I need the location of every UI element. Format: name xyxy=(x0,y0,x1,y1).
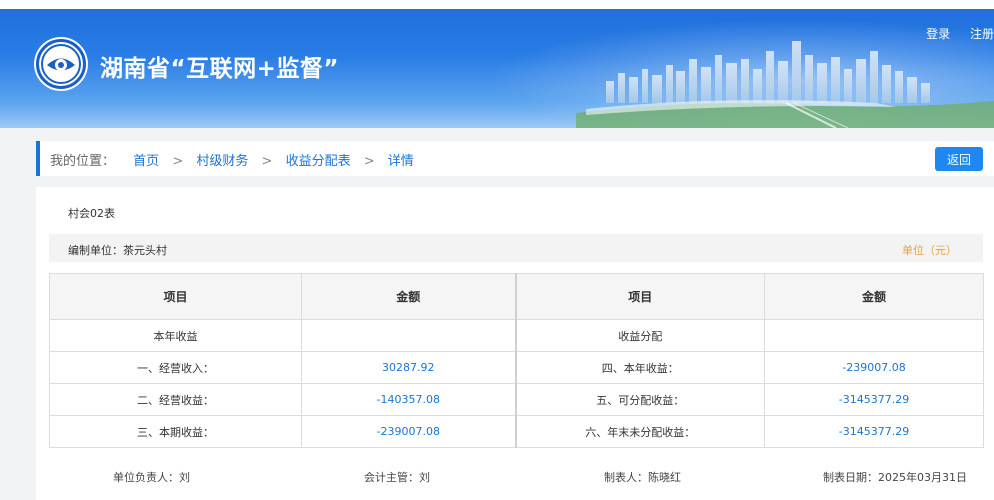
header-amount: 金额 xyxy=(301,273,517,320)
breadcrumb-trail: 我的位置： 首页 > 村级财务 > 收益分配表 > 详情 xyxy=(50,150,414,169)
row-label: 收益分配 xyxy=(515,319,765,352)
report-code: 村会02表 xyxy=(68,207,115,220)
row-label: 三、本期收益： xyxy=(49,415,302,448)
header-item: 项目 xyxy=(49,273,302,320)
breadcrumb: 我的位置： 首页 > 村级财务 > 收益分配表 > 详情 返回 xyxy=(36,141,994,176)
org-value: 茶元头村 xyxy=(123,244,167,257)
breadcrumb-separator: > xyxy=(363,154,375,169)
breadcrumb-home[interactable]: 首页 xyxy=(133,154,159,169)
preparer-signature: 制表人：陈晓红 xyxy=(604,471,681,484)
org-unit: 编制单位：茶元头村 xyxy=(68,242,167,258)
breadcrumb-separator: > xyxy=(261,154,273,169)
row-amount: -3145377.29 xyxy=(764,383,984,416)
table-row: 三、本期收益： -239007.08 六、年末未分配收益： -3145377.2… xyxy=(49,415,984,448)
eye-emblem-icon xyxy=(41,44,81,84)
row-label: 二、经营收益： xyxy=(49,383,302,416)
breadcrumb-label: 我的位置： xyxy=(50,154,116,169)
breadcrumb-income-distribution[interactable]: 收益分配表 xyxy=(286,154,351,169)
site-logo[interactable] xyxy=(36,39,86,89)
top-strip xyxy=(0,0,994,9)
row-amount xyxy=(764,319,984,352)
header-item: 项目 xyxy=(515,273,765,320)
row-label: 本年收益 xyxy=(49,319,302,352)
table-header-row: 项目 金额 项目 金额 xyxy=(49,273,984,320)
currency-unit: 单位（元） xyxy=(902,244,957,257)
table-row: 二、经营收益： -140357.08 五、可分配收益： -3145377.29 xyxy=(49,383,984,416)
back-button[interactable]: 返回 xyxy=(935,147,983,171)
row-amount: -239007.08 xyxy=(301,415,517,448)
row-amount: -140357.08 xyxy=(301,383,517,416)
row-amount: -3145377.29 xyxy=(764,415,984,448)
header-amount: 金额 xyxy=(764,273,984,320)
org-label: 编制单位： xyxy=(68,244,123,257)
row-label: 一、经营收入： xyxy=(49,351,302,384)
site-banner: 湖南省“互联网+监督” 登录 注册 xyxy=(0,9,994,128)
report-info-bar: 编制单位：茶元头村 单位（元） xyxy=(49,234,983,262)
row-amount xyxy=(301,319,517,352)
site-title: 湖南省“互联网+监督” xyxy=(100,56,340,82)
report-date: 制表日期：2025年03月31日 xyxy=(823,471,967,484)
row-label: 六、年末未分配收益： xyxy=(515,415,765,448)
row-amount: -239007.08 xyxy=(764,351,984,384)
row-amount: 30287.92 xyxy=(301,351,517,384)
accountant-signature: 会计主管：刘 xyxy=(364,471,430,484)
table-row: 一、经营收入： 30287.92 四、本年收益： -239007.08 xyxy=(49,351,984,384)
row-label: 五、可分配收益： xyxy=(515,383,765,416)
city-skyline-image xyxy=(576,41,994,128)
row-label: 四、本年收益： xyxy=(515,351,765,384)
income-distribution-table: 项目 金额 项目 金额 本年收益 收益分配 一、经营收入： 30287.92 四… xyxy=(49,273,984,448)
unit-leader-signature: 单位负责人：刘 xyxy=(113,471,190,484)
table-row: 本年收益 收益分配 xyxy=(49,319,984,352)
breadcrumb-village-finance[interactable]: 村级财务 xyxy=(196,154,248,169)
breadcrumb-separator: > xyxy=(172,154,184,169)
report-panel: 村会02表 编制单位：茶元头村 单位（元） 项目 金额 项目 金额 本年收益 收… xyxy=(36,187,994,500)
breadcrumb-detail[interactable]: 详情 xyxy=(388,154,414,169)
